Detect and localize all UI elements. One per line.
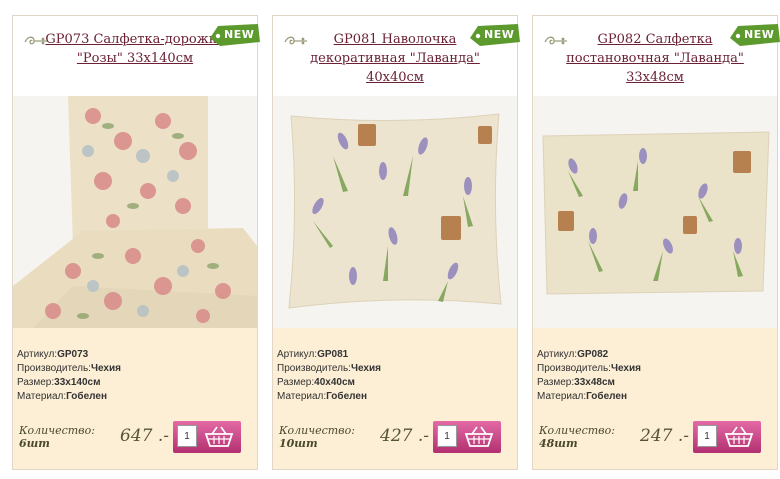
- card-header: GP082 Салфетка постановочная "Лаванда" 3…: [533, 16, 780, 96]
- spec-material: Материал:Гобелен: [277, 391, 367, 402]
- buy-row: Количество: 6шт 647 .-: [13, 418, 257, 458]
- product-image[interactable]: [13, 96, 257, 328]
- quantity-value: 48шт: [539, 437, 578, 450]
- swirl-ornament-icon: [544, 36, 567, 45]
- shopping-basket-icon[interactable]: [462, 425, 496, 449]
- product-info: Артикул:GP081 Производитель:Чехия Размер…: [273, 328, 517, 469]
- new-badge: NEW: [210, 24, 260, 48]
- spec-size: Размер:33х140см: [17, 377, 101, 388]
- product-card-gp082: GP082 Салфетка постановочная "Лаванда" 3…: [532, 15, 780, 470]
- product-image[interactable]: [533, 96, 777, 328]
- quantity-label: Количество:: [19, 424, 95, 437]
- product-card-gp081: GP081 Наволочка декоративная "Лаванда" 4…: [272, 15, 520, 470]
- product-card-gp073: GP073 Салфетка-дорожка "Розы" 33х140см N…: [12, 15, 260, 470]
- buy-row: Количество: 48шт 247 .-: [533, 418, 777, 458]
- price: 427 .-: [380, 426, 429, 446]
- swirl-ornament-icon: [24, 36, 47, 45]
- spec-article: Артикул:GP082: [537, 349, 609, 360]
- quantity-input[interactable]: [177, 425, 197, 447]
- quantity-input[interactable]: [437, 425, 457, 447]
- spec-size: Размер:40х40см: [277, 377, 355, 388]
- spec-material: Материал:Гобелен: [537, 391, 627, 402]
- quantity-label: Количество:: [539, 424, 615, 437]
- quantity-value: 6шт: [19, 437, 50, 450]
- shopping-basket-icon[interactable]: [202, 425, 236, 449]
- swirl-ornament-icon: [284, 36, 307, 45]
- spec-material: Материал:Гобелен: [17, 391, 107, 402]
- buy-row: Количество: 10шт 427 .-: [273, 418, 517, 458]
- price: 647 .-: [120, 426, 169, 446]
- product-info: Артикул:GP082 Производитель:Чехия Размер…: [533, 328, 777, 469]
- new-badge: NEW: [470, 24, 520, 48]
- shopping-basket-icon[interactable]: [722, 425, 756, 449]
- new-badge: NEW: [730, 24, 780, 48]
- add-to-cart-group: [173, 421, 241, 453]
- add-to-cart-group: [433, 421, 501, 453]
- spec-maker: Производитель:Чехия: [537, 363, 641, 374]
- quantity-value: 10шт: [279, 437, 318, 450]
- quantity-input[interactable]: [697, 425, 717, 447]
- card-header: GP081 Наволочка декоративная "Лаванда" 4…: [273, 16, 520, 96]
- badge-label: NEW: [224, 28, 255, 41]
- spec-article: Артикул:GP073: [17, 349, 89, 360]
- badge-label: NEW: [744, 28, 775, 41]
- quantity-label: Количество:: [279, 424, 355, 437]
- badge-label: NEW: [484, 28, 515, 41]
- price: 247 .-: [640, 426, 689, 446]
- spec-article: Артикул:GP081: [277, 349, 349, 360]
- spec-maker: Производитель:Чехия: [277, 363, 381, 374]
- spec-maker: Производитель:Чехия: [17, 363, 121, 374]
- product-info: Артикул:GP073 Производитель:Чехия Размер…: [13, 328, 257, 469]
- spec-size: Размер:33х48см: [537, 377, 615, 388]
- product-image[interactable]: [273, 96, 517, 328]
- card-header: GP073 Салфетка-дорожка "Розы" 33х140см N…: [13, 16, 260, 96]
- add-to-cart-group: [693, 421, 761, 453]
